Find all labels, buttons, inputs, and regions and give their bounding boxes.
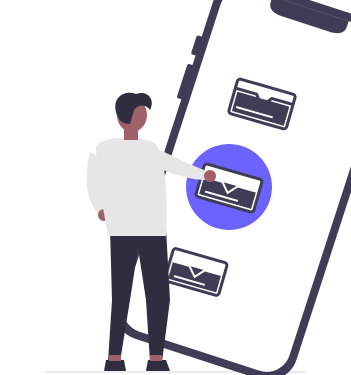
illustration-svg <box>45 0 351 375</box>
person-shoe <box>146 360 170 371</box>
person-right-hand <box>204 170 216 182</box>
illustration <box>0 0 351 375</box>
person-shoe <box>104 360 126 371</box>
person-ankle <box>150 355 162 361</box>
person-ankle <box>109 355 121 361</box>
